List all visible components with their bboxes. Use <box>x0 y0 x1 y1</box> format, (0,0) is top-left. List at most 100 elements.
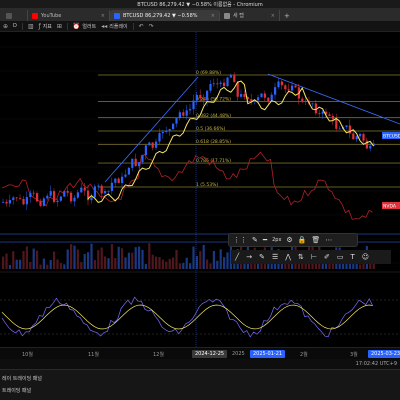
volume-bar <box>15 259 18 269</box>
volume-bar <box>39 264 42 269</box>
projection-tool-icon[interactable]: ⇅ <box>298 253 304 261</box>
clock[interactable]: 17:02:42 UTC+9 <box>356 361 397 367</box>
tab-new[interactable]: 새 탭 × <box>220 10 280 21</box>
candle-body <box>168 129 171 131</box>
volume-bar <box>141 249 144 269</box>
volume-bar <box>29 262 32 269</box>
trendline-tool-icon[interactable]: ╱ <box>235 253 239 261</box>
volume-bar <box>66 249 69 269</box>
candle-body <box>161 131 164 134</box>
pattern-tool-icon[interactable]: ⋀ <box>285 253 291 261</box>
candle-body <box>114 178 117 183</box>
candle-body <box>263 93 266 98</box>
candle-body <box>151 142 154 148</box>
arrow-tool-icon[interactable]: → <box>246 253 252 261</box>
volume-bar <box>189 263 192 269</box>
new-tab-button[interactable]: + <box>280 10 294 21</box>
close-icon[interactable]: × <box>101 13 105 19</box>
measure-tool-icon[interactable]: ⊢ <box>311 253 317 261</box>
replay-button[interactable]: ◂◂ 리플레이 <box>101 23 127 30</box>
candle-body <box>19 198 22 200</box>
candle-body <box>2 201 5 203</box>
alert-button[interactable]: ⏰ 얼러트 <box>73 23 96 30</box>
volume-bar <box>199 251 202 269</box>
candle-body <box>294 85 297 88</box>
drawing-toolbar: ⋮⋮ ✎ ━ 2px ⚙ 🔒 🗑 ⋯ <box>228 233 358 247</box>
candle-body <box>144 145 147 156</box>
trash-icon[interactable]: 🗑 <box>311 236 320 244</box>
os-title-bar: BTCUSD 86,279.42 ▼ −0.58% 이름없음 - Chromiu… <box>0 0 400 8</box>
lock-icon[interactable]: 🔒 <box>298 236 307 244</box>
candle-body <box>59 196 62 201</box>
volume-bar <box>42 258 45 269</box>
volume-bar <box>127 252 130 269</box>
fib-tool-icon[interactable]: ☰ <box>272 253 278 261</box>
close-icon[interactable]: × <box>211 13 215 19</box>
price-chart[interactable]: 0 (69.88%)0.236 (56.72%)0.382 (44.48%)0.… <box>0 32 400 350</box>
volume-bar <box>151 254 154 269</box>
volume-bar <box>93 259 96 269</box>
candle-body <box>165 130 168 132</box>
date-axis[interactable]: 10월 11월 12월 2024-12-25 2025 2025-01-21 2… <box>0 347 400 359</box>
pen-tool-icon[interactable]: ✎ <box>259 253 265 261</box>
undo-icon[interactable]: ↶ <box>139 23 144 30</box>
candle-body <box>97 185 100 187</box>
panel-tab[interactable]: 레이 트레이딩 패널 <box>2 375 42 382</box>
volume-bar <box>56 259 59 269</box>
candle-body <box>172 123 175 130</box>
pencil-icon[interactable]: ✎ <box>252 236 258 244</box>
candle-body <box>226 77 229 87</box>
more-icon[interactable]: ⋯ <box>325 236 332 244</box>
date-axis-label: 12월 <box>153 352 164 358</box>
close-icon[interactable]: × <box>271 13 275 19</box>
date-axis-label: 3월 <box>350 352 358 358</box>
tab-tradingview[interactable]: BTCUSD 86,279.42 ▼ −0.58% × <box>110 10 220 21</box>
drag-handle-icon[interactable]: ⋮⋮ <box>233 236 247 244</box>
layout-icon[interactable]: ⊞ <box>57 23 62 30</box>
line-color-icon[interactable]: ━ <box>263 236 267 244</box>
tab-label: YouTube <box>41 12 62 19</box>
brush-tool-icon[interactable]: ✐ <box>324 253 330 261</box>
date-axis-label: 2월 <box>300 352 308 358</box>
volume-bar <box>155 256 158 269</box>
candle-body <box>56 200 59 203</box>
candles-icon[interactable]: ▥ <box>28 23 34 30</box>
interval-button[interactable]: D <box>13 23 17 29</box>
candle-body <box>199 94 202 99</box>
candle-body <box>49 191 52 196</box>
volume-bar <box>83 253 86 269</box>
shape-tool-icon[interactable]: ▭ <box>337 253 344 261</box>
volume-bar <box>87 252 90 269</box>
volume-bar <box>148 243 151 269</box>
volume-bar <box>22 251 25 269</box>
volume-bar <box>209 263 212 269</box>
candle-body <box>5 201 8 204</box>
candle-body <box>121 176 124 183</box>
tab-pinned[interactable] <box>2 10 28 21</box>
candle-body <box>223 82 226 87</box>
volume-bar <box>110 244 113 269</box>
candle-body <box>104 191 107 194</box>
range-start-tag: 2025-01-21 <box>250 350 286 358</box>
candle-body <box>100 185 103 194</box>
indicators-button[interactable]: ƒ 지표 <box>39 23 52 30</box>
candle-body <box>195 94 198 101</box>
panel-tab[interactable]: 트레이딩 패널 <box>2 387 31 394</box>
candle-body <box>257 97 260 101</box>
redo-icon[interactable]: ↷ <box>149 23 154 30</box>
fib-level-label: 0.618 (28.85%) <box>196 139 231 145</box>
candle-body <box>15 197 18 199</box>
candle-body <box>209 84 212 91</box>
volume-bar <box>76 249 79 269</box>
settings-icon[interactable]: ⚙ <box>286 236 292 244</box>
text-tool-icon[interactable]: T <box>350 253 354 261</box>
icon-tool-icon[interactable]: ☺ <box>362 253 369 261</box>
line-width-label[interactable]: 2px <box>272 237 281 243</box>
volume-bar <box>80 262 83 269</box>
tab-youtube[interactable]: YouTube × <box>28 10 110 21</box>
tradingview-icon <box>114 12 120 19</box>
candle-body <box>284 85 287 90</box>
candle-body <box>277 81 280 88</box>
volume-bar <box>117 246 120 269</box>
plus-icon[interactable]: ⊕ <box>3 23 8 30</box>
